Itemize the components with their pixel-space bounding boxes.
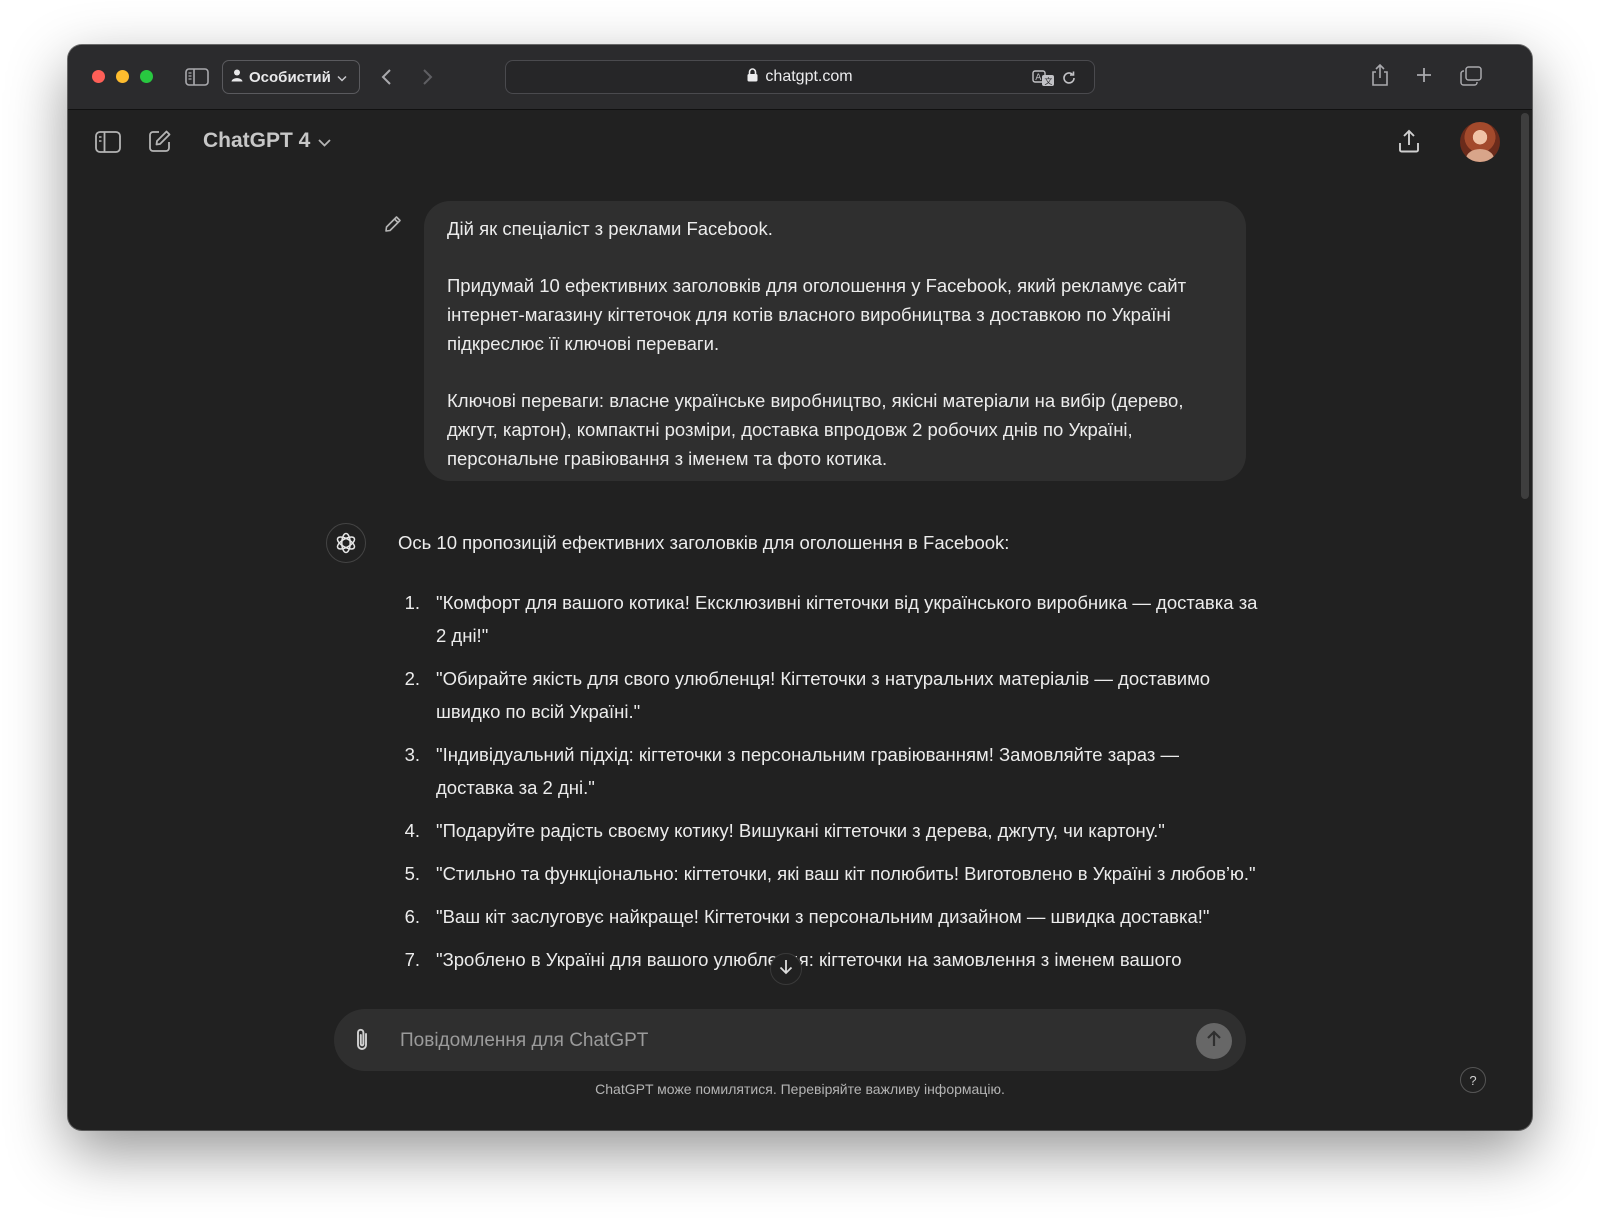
scrollbar[interactable] [1521, 113, 1529, 499]
chatgpt-logo-icon [326, 523, 366, 563]
disclaimer: ChatGPT може помилятися. Перевіряйте важ… [595, 1081, 1005, 1097]
svg-text:A: A [1035, 73, 1042, 83]
paperclip-icon[interactable] [352, 1027, 372, 1058]
back-icon[interactable] [374, 65, 398, 89]
list-number: 5. [404, 863, 420, 884]
user-message-line: Ключові переваги: власне українське виро… [447, 390, 1184, 469]
arrow-up-icon [1206, 1029, 1222, 1053]
pencil-icon[interactable] [384, 215, 402, 238]
list-text: "Стильно та функціонально: кігтеточки, я… [436, 863, 1256, 884]
profile-selector[interactable]: Особистий [222, 60, 360, 94]
list-text: "Зроблено в Україні для вашого улюбленця… [436, 949, 1182, 970]
chevron-down-icon [337, 69, 347, 86]
assistant-answer-list: 1. "Комфорт для вашого котика! Ексклюзивн… [398, 586, 1258, 986]
list-number: 1. [404, 592, 420, 613]
list-item: 6. "Ваш кіт заслуговує найкраще! Кігтеточ… [398, 900, 1258, 933]
send-button[interactable] [1196, 1023, 1232, 1059]
arrow-down-icon [779, 959, 793, 980]
list-item: 7. "Зроблено в Україні для вашого улюблен… [398, 943, 1258, 976]
list-item: 3. "Індивідуальний підхід: кігтеточки з п… [398, 738, 1258, 804]
share-chat-icon[interactable] [1396, 127, 1422, 155]
user-message-bubble: Дій як спеціаліст з реклами Facebook. Пр… [424, 201, 1246, 481]
browser-window: Особистий chatgpt.com A文 ChatGPT 4 Дій я… [68, 45, 1532, 1130]
chevron-down-icon [318, 129, 331, 153]
user-message-line: Придумай 10 ефективних заголовків для ог… [447, 275, 1187, 354]
model-name: ChatGPT 4 [203, 129, 311, 152]
person-icon [231, 69, 243, 86]
profile-label: Особистий [249, 68, 331, 86]
list-text: "Комфорт для вашого котика! Ексклюзивні … [436, 592, 1258, 646]
list-number: 4. [404, 820, 420, 841]
browser-toolbar: Особистий chatgpt.com A文 [68, 45, 1532, 110]
translate-icon[interactable]: A文 [1032, 67, 1056, 89]
list-number: 7. [404, 949, 420, 970]
list-item: 2. "Обирайте якість для свого улюбленця! … [398, 662, 1258, 728]
message-input[interactable] [398, 1023, 1162, 1059]
new-chat-icon[interactable] [146, 127, 174, 155]
list-item: 5. "Стильно та функціонально: кігтеточки,… [398, 857, 1258, 890]
message-composer [334, 1009, 1246, 1071]
sidebar-open-icon[interactable] [94, 129, 122, 155]
new-tab-icon[interactable] [1412, 63, 1436, 87]
forward-icon[interactable] [416, 65, 440, 89]
scroll-down-button[interactable] [770, 953, 802, 985]
assistant-intro: Ось 10 пропозицій ефективних заголовків … [398, 532, 1010, 553]
tab-overview-icon[interactable] [1458, 63, 1484, 89]
list-text: "Подаруйте радість своєму котику! Вишука… [436, 820, 1165, 841]
model-selector[interactable]: ChatGPT 4 [203, 129, 331, 153]
list-text: "Ваш кіт заслуговує найкраще! Кігтеточки… [436, 906, 1210, 927]
list-number: 6. [404, 906, 420, 927]
lock-icon [747, 67, 758, 87]
sidebar-toggle-icon[interactable] [184, 65, 210, 89]
list-item: 4. "Подаруйте радість своєму котику! Вишу… [398, 814, 1258, 847]
list-item: 1. "Комфорт для вашого котика! Ексклюзивн… [398, 586, 1258, 652]
address-bar[interactable]: chatgpt.com A文 [505, 60, 1095, 94]
help-button[interactable]: ? [1460, 1067, 1486, 1093]
list-text: "Обирайте якість для свого улюбленця! Кі… [436, 668, 1211, 722]
avatar[interactable] [1460, 122, 1500, 162]
reload-icon[interactable] [1058, 67, 1080, 89]
list-number: 3. [404, 744, 420, 765]
svg-text:文: 文 [1044, 76, 1052, 86]
user-message-line: Дій як спеціаліст з реклами Facebook. [447, 218, 773, 239]
list-number: 2. [404, 668, 420, 689]
zoom-window-button[interactable] [140, 70, 153, 83]
url-text: chatgpt.com [765, 68, 853, 85]
minimize-window-button[interactable] [116, 70, 129, 83]
list-text: "Індивідуальний підхід: кігтеточки з пер… [436, 744, 1179, 798]
help-label: ? [1469, 1072, 1477, 1088]
close-window-button[interactable] [92, 70, 105, 83]
share-icon[interactable] [1368, 61, 1392, 89]
